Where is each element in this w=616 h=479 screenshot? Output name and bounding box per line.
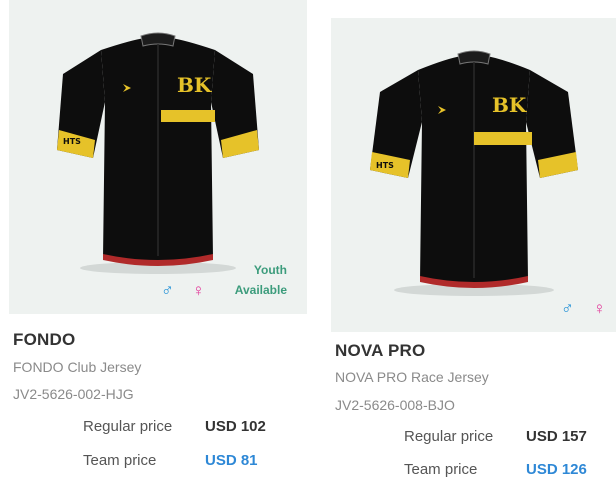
youth-label: Youth [253,263,287,277]
team-price-value: USD 126 [526,461,587,478]
available-label: Available [234,283,287,297]
jersey-image: HTS BK [370,50,578,296]
product-image-nova-pro[interactable]: HTS BK ♂ ♀ [331,18,616,332]
product-name[interactable]: NOVA PRO [335,341,425,361]
product-code: JV2-5626-002-HJG [13,386,134,402]
team-price-label: Team price [404,461,478,478]
regular-price-label: Regular price [83,418,173,435]
jersey-image: HTS BK [57,32,259,274]
regular-price-value: USD 102 [205,418,266,435]
sleeve-text: HTS [376,161,394,170]
regular-price-label: Regular price [404,428,494,445]
youth-available-badge: Youth Available [235,260,287,300]
regular-price-value: USD 157 [526,428,587,445]
product-name[interactable]: FONDO [13,330,75,350]
jersey-logo-text: BK [177,73,212,97]
product-code: JV2-5626-008-BJO [335,397,455,413]
female-icon: ♀ [593,299,606,318]
team-price-label: Team price [83,452,157,469]
jersey-logo-text: BK [492,93,527,117]
product-subtitle: FONDO Club Jersey [13,359,142,375]
product-image-fondo[interactable]: HTS BK ♂ ♀ Youth Available [9,0,307,314]
male-icon: ♂ [561,299,574,318]
team-price-value: USD 81 [205,452,258,469]
female-icon: ♀ [192,281,205,300]
product-subtitle: NOVA PRO Race Jersey [335,369,489,385]
sleeve-text: HTS [63,137,81,146]
male-icon: ♂ [161,281,174,300]
